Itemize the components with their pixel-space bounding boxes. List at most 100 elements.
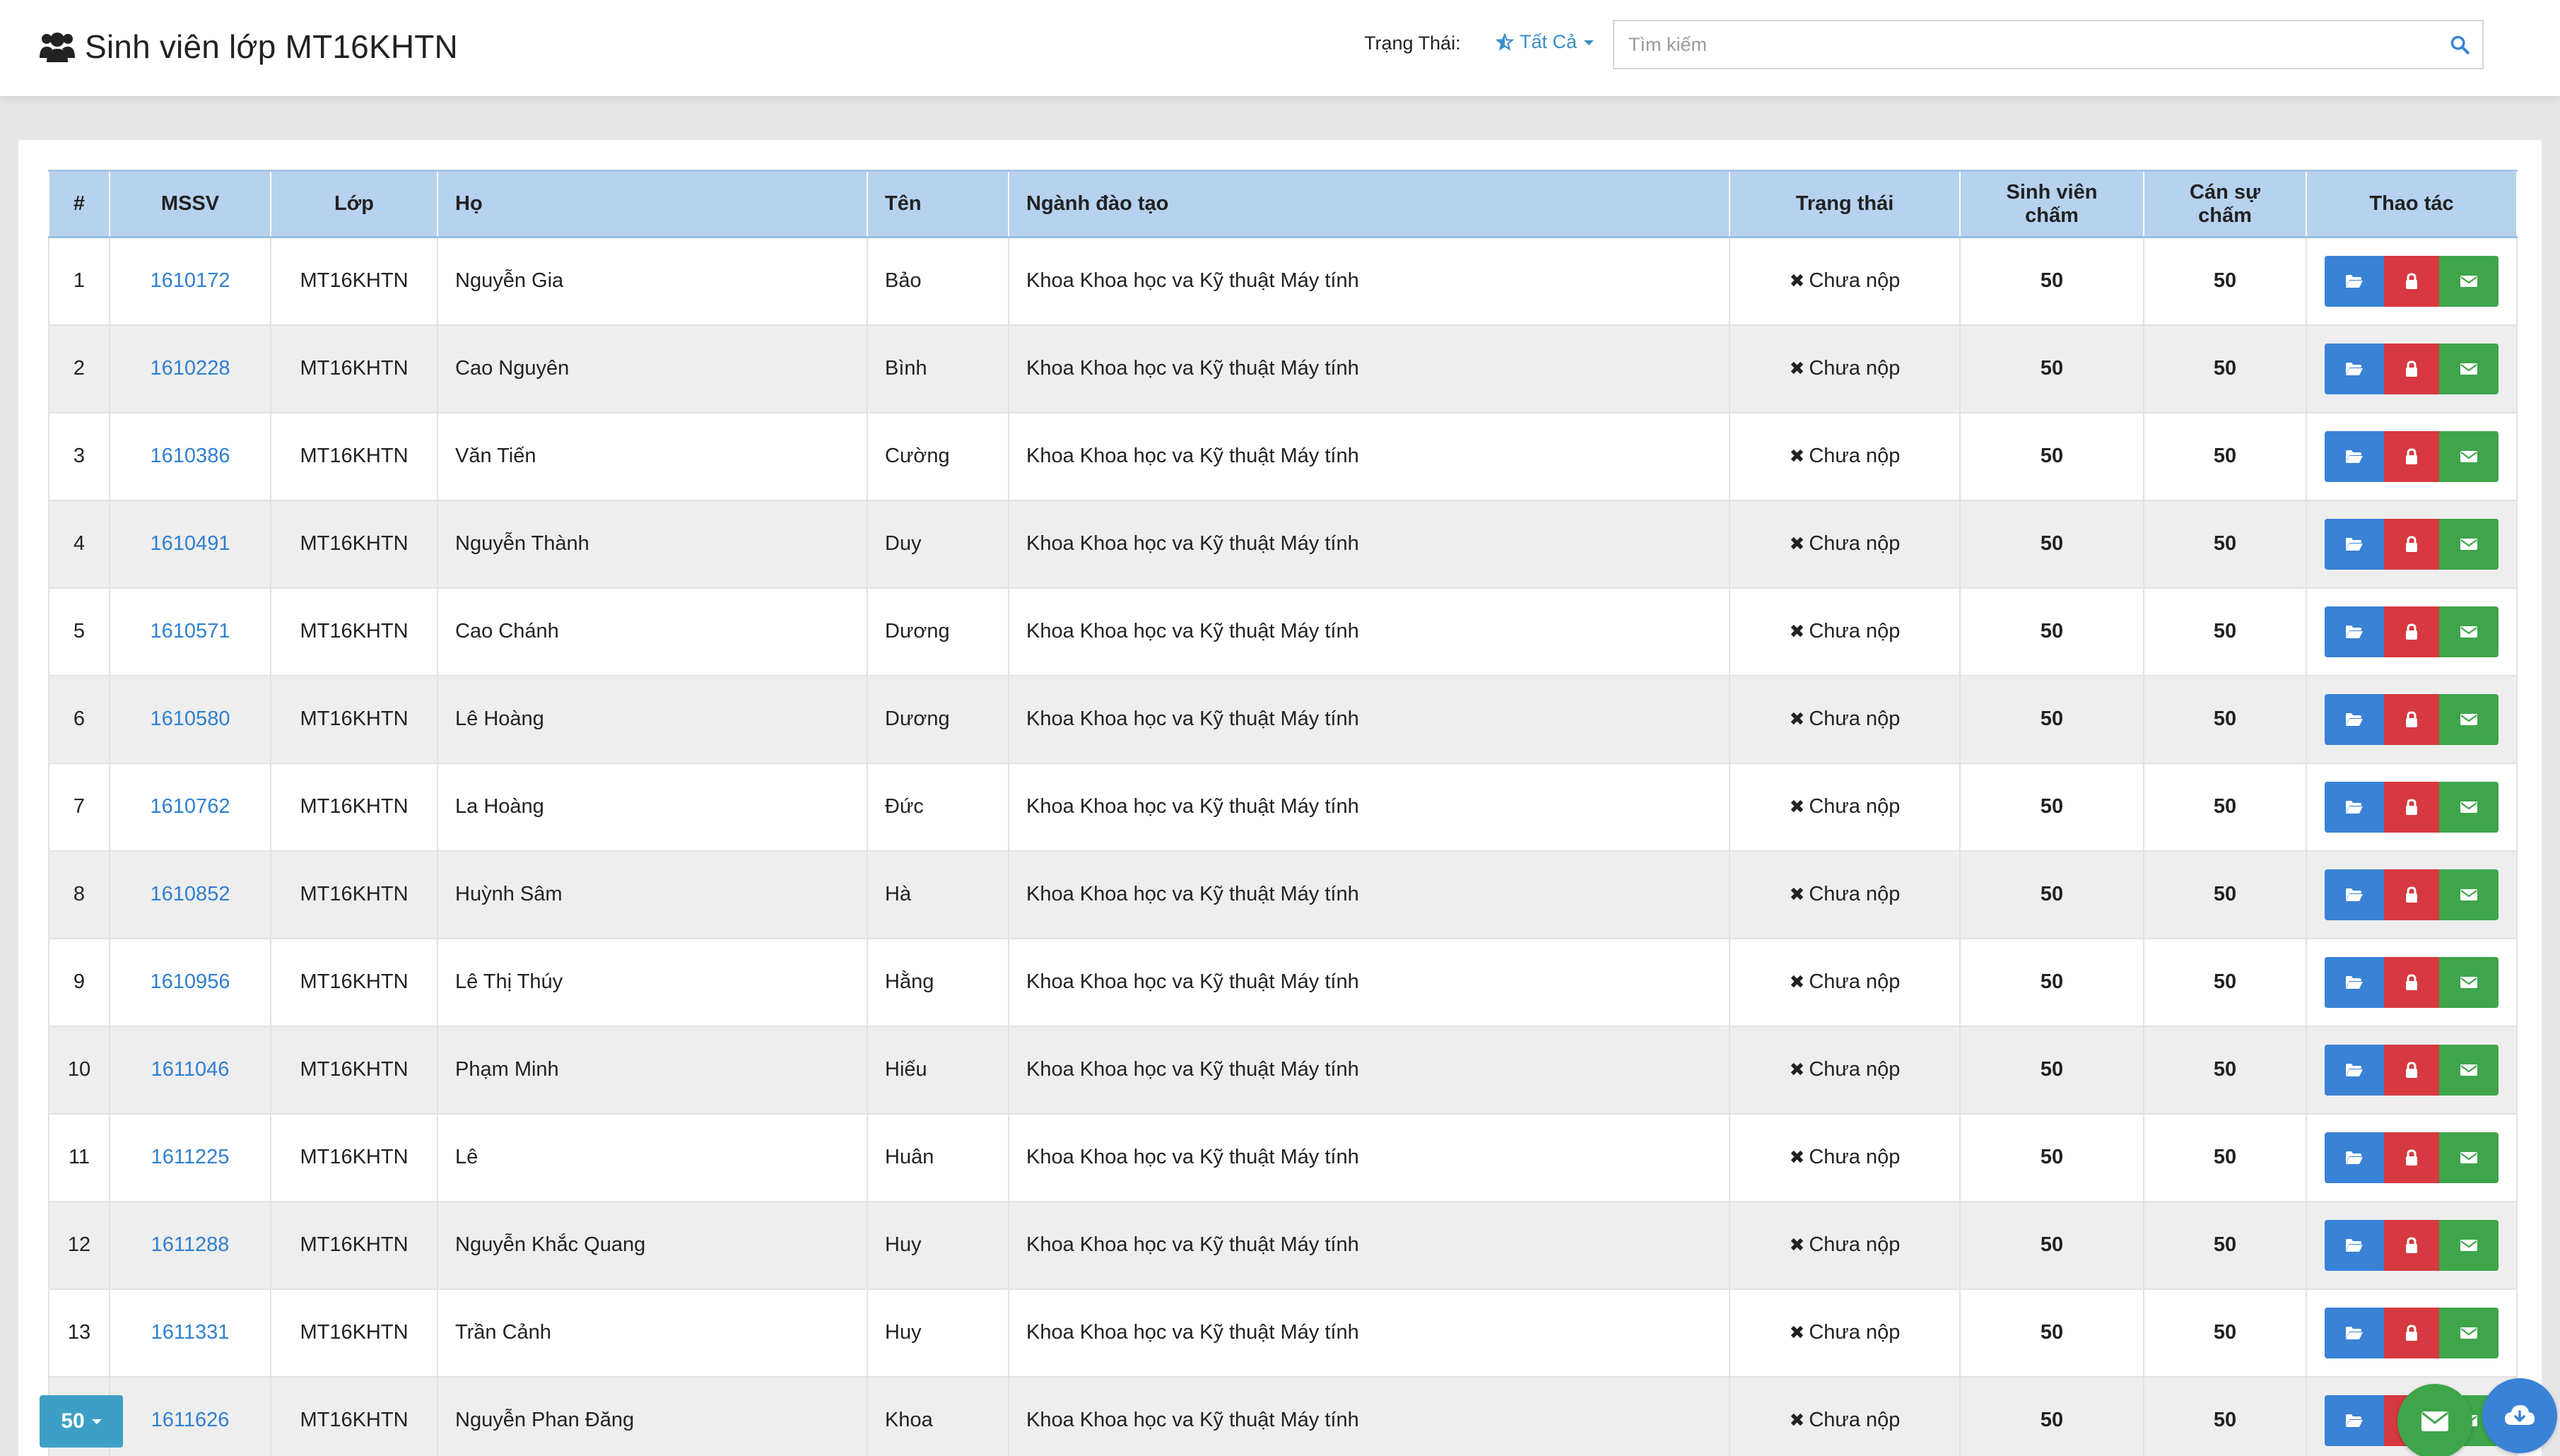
student-id-link[interactable]: 1611331 <box>151 1321 230 1344</box>
cell-officer-score: 50 <box>2143 937 2307 1027</box>
open-button[interactable] <box>2325 1307 2384 1358</box>
open-button[interactable] <box>2325 1219 2384 1271</box>
column-header-mssv[interactable]: MSSV <box>109 170 271 238</box>
cell-mssv: 1611046 <box>109 1025 271 1115</box>
open-button[interactable] <box>2325 606 2384 657</box>
lock-icon <box>2406 1061 2417 1078</box>
mail-button[interactable] <box>2439 1307 2499 1358</box>
lock-button[interactable] <box>2384 869 2439 920</box>
mail-button[interactable] <box>2439 956 2499 1008</box>
lock-button[interactable] <box>2384 606 2439 657</box>
lock-icon <box>2406 710 2417 727</box>
mail-button[interactable] <box>2439 781 2499 833</box>
column-header-officer-score[interactable]: Cán sự chấm <box>2143 170 2307 238</box>
open-button[interactable] <box>2325 1044 2384 1096</box>
column-header-first-name[interactable]: Tên <box>867 170 1009 238</box>
lock-button[interactable] <box>2384 430 2439 482</box>
open-button[interactable] <box>2325 1395 2384 1446</box>
cell-first-name: Hà <box>867 850 1009 939</box>
envelope-icon <box>2460 976 2477 988</box>
student-id-link[interactable]: 1611046 <box>151 1058 230 1081</box>
lock-button[interactable] <box>2384 1044 2439 1096</box>
download-fab[interactable] <box>2482 1378 2557 1453</box>
student-id-link[interactable]: 1610956 <box>151 970 230 993</box>
lock-button[interactable] <box>2384 343 2439 394</box>
open-button[interactable] <box>2325 1132 2384 1183</box>
table-row: 5 1610571 MT16KHTN Cao Chánh Dương Khoa Khoa … <box>48 587 2518 676</box>
student-id-link[interactable]: 1610491 <box>151 532 230 555</box>
cell-index: 4 <box>48 499 110 589</box>
student-id-link[interactable]: 1611225 <box>151 1146 230 1168</box>
student-id-link[interactable]: 1610762 <box>151 795 230 818</box>
mail-button[interactable] <box>2439 343 2499 394</box>
lock-button[interactable] <box>2384 255 2439 307</box>
folder-open-icon <box>2346 1238 2363 1252</box>
mail-button[interactable] <box>2439 518 2499 570</box>
mail-button[interactable] <box>2439 1132 2499 1183</box>
student-id-link[interactable]: 1610852 <box>151 883 230 905</box>
mail-button[interactable] <box>2439 430 2499 482</box>
open-button[interactable] <box>2325 869 2384 920</box>
column-header-student-score[interactable]: Sinh viên chấm <box>1959 170 2144 238</box>
column-header-last-name[interactable]: Họ <box>437 170 868 238</box>
open-button[interactable] <box>2325 430 2384 482</box>
send-mail-fab[interactable] <box>2397 1384 2472 1456</box>
open-button[interactable] <box>2325 956 2384 1008</box>
row-actions <box>2324 1219 2499 1271</box>
page-size-value: 50 <box>61 1409 85 1433</box>
mail-button[interactable] <box>2439 1219 2499 1271</box>
mail-button[interactable] <box>2439 693 2499 745</box>
lock-button[interactable] <box>2384 518 2439 570</box>
lock-button[interactable] <box>2384 1219 2439 1271</box>
status-filter-dropdown[interactable]: Tất Cả <box>1496 31 1595 53</box>
open-button[interactable] <box>2325 781 2384 833</box>
column-header-class[interactable]: Lớp <box>270 170 438 238</box>
status-text: Chưa nộp <box>1809 883 1901 905</box>
table-row: 6 1610580 MT16KHTN Lê Hoàng Dương Khoa Khoa h… <box>48 674 2518 764</box>
lock-button[interactable] <box>2384 781 2439 833</box>
student-id-link[interactable]: 1610571 <box>151 620 230 642</box>
student-id-link[interactable]: 1610172 <box>151 269 230 292</box>
status-text: Chưa nộp <box>1809 1233 1901 1256</box>
mail-button[interactable] <box>2439 1044 2499 1096</box>
column-header-major[interactable]: Ngành đào tạo <box>1008 170 1730 238</box>
close-icon: ✖ <box>1789 358 1805 379</box>
row-actions <box>2324 956 2499 1008</box>
mail-button[interactable] <box>2439 255 2499 307</box>
open-button[interactable] <box>2325 693 2384 745</box>
search-input[interactable] <box>1614 21 2434 68</box>
column-header-status[interactable]: Trạng thái <box>1729 170 1961 238</box>
users-icon <box>40 33 75 62</box>
lock-icon <box>2406 623 2417 640</box>
cell-last-name: Nguyễn Khắc Quang <box>437 1200 868 1290</box>
envelope-icon <box>2460 1151 2477 1163</box>
mail-button[interactable] <box>2439 606 2499 657</box>
student-id-link[interactable]: 1611626 <box>151 1409 230 1431</box>
open-button[interactable] <box>2325 518 2384 570</box>
student-id-link[interactable]: 1610580 <box>151 708 230 730</box>
column-header-index[interactable]: # <box>48 170 110 238</box>
student-id-link[interactable]: 1610386 <box>151 445 230 467</box>
search-icon[interactable] <box>2450 35 2470 54</box>
mail-button[interactable] <box>2439 869 2499 920</box>
students-table: # MSSV Lớp Họ Tên Ngành đào tạo Trạng th… <box>48 170 2518 1456</box>
envelope-icon <box>2421 1411 2448 1431</box>
top-header: Sinh viên lớp MT16KHTN Trạng Thái: Tất C… <box>0 0 2560 98</box>
cell-status: ✖ Chưa nộp <box>1729 411 1961 501</box>
student-id-link[interactable]: 1611288 <box>151 1233 230 1256</box>
open-button[interactable] <box>2325 255 2384 307</box>
cell-major: Khoa Khoa học va Kỹ thuật Máy tính <box>1008 674 1730 764</box>
cell-class: MT16KHTN <box>270 850 438 939</box>
cell-status: ✖ Chưa nộp <box>1729 850 1961 939</box>
cell-first-name: Hằng <box>867 937 1009 1027</box>
cell-index: 9 <box>48 937 110 1027</box>
open-button[interactable] <box>2325 343 2384 394</box>
status-text: Chưa nộp <box>1809 445 1901 467</box>
close-icon: ✖ <box>1789 1322 1805 1343</box>
student-id-link[interactable]: 1610228 <box>151 357 230 380</box>
lock-button[interactable] <box>2384 1132 2439 1183</box>
lock-button[interactable] <box>2384 956 2439 1008</box>
lock-button[interactable] <box>2384 693 2439 745</box>
page-size-button[interactable]: 50 <box>40 1395 123 1448</box>
lock-button[interactable] <box>2384 1307 2439 1358</box>
